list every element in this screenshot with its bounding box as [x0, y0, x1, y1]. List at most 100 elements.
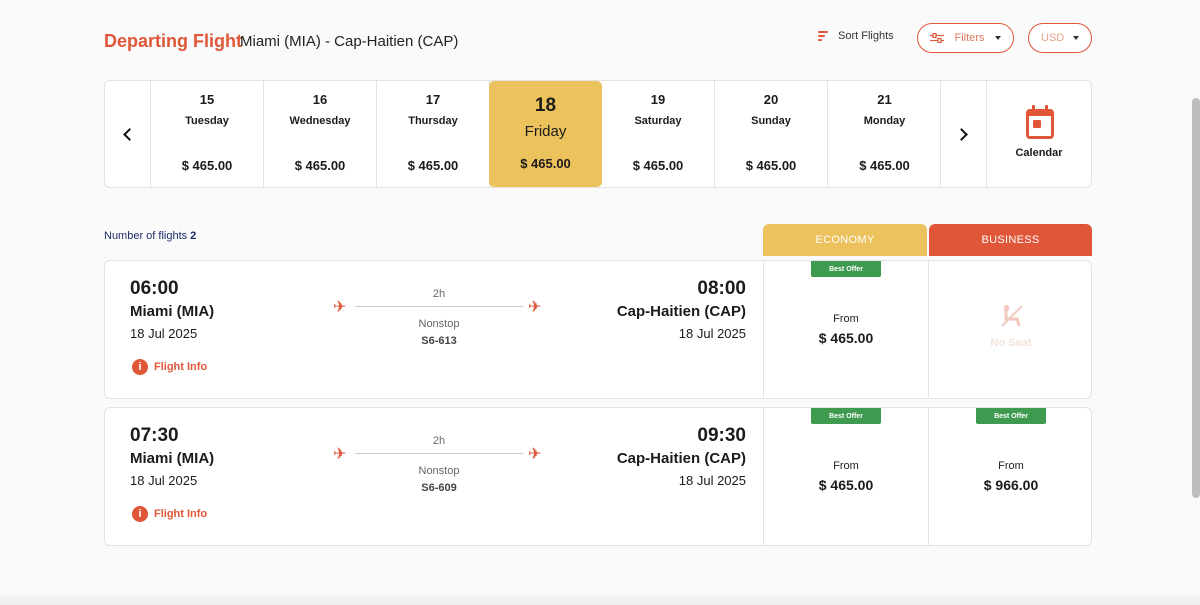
date-day: 21 — [877, 92, 892, 107]
date-price: $ 465.00 — [181, 158, 233, 173]
filters-button[interactable]: Filters — [917, 23, 1014, 53]
bottom-shadow — [0, 591, 1200, 605]
fare-from-label: From — [833, 313, 859, 325]
date-price: $ 465.00 — [859, 158, 910, 173]
prev-dates-button[interactable] — [105, 81, 151, 187]
fare-price: $ 465.00 — [818, 330, 874, 346]
best-offer-badge: Best Offer — [811, 261, 881, 277]
date-weekday: Monday — [863, 115, 906, 127]
economy-fare[interactable]: Best Offer From $ 465.00 — [763, 261, 928, 398]
date-weekday: Saturday — [634, 115, 682, 127]
departure-date: 18 Jul 2025 — [130, 473, 198, 488]
arrival-city: Cap-Haitien (CAP) — [616, 303, 746, 320]
date-day: 15 — [199, 92, 215, 107]
date-weekday: Tuesday — [185, 115, 229, 127]
arrival-time: 09:30 — [697, 425, 746, 446]
business-fare: No Seat — [928, 261, 1093, 398]
flight-info-link[interactable]: i Flight Info — [132, 506, 207, 522]
date-price: $ 465.00 — [520, 156, 571, 171]
departure-city: Miami (MIA) — [130, 303, 215, 320]
departure-city: Miami (MIA) — [130, 450, 215, 467]
sliders-icon — [930, 33, 944, 43]
route-line — [355, 306, 523, 307]
date-price: $ 465.00 — [632, 158, 684, 173]
route-line — [355, 453, 523, 454]
info-icon: i — [132, 506, 148, 522]
arrival-city: Cap-Haitien (CAP) — [616, 450, 746, 467]
date-weekday: Sunday — [751, 115, 791, 127]
chevron-left-icon — [123, 127, 136, 141]
departure-time: 07:30 — [130, 425, 179, 446]
fare-price: $ 465.00 — [818, 477, 874, 493]
flight-card: 06:00 Miami (MIA) 18 Jul 2025 i Flight I… — [104, 260, 1092, 399]
calendar-label: Calendar — [1015, 147, 1063, 159]
sort-flights-button[interactable]: Sort Flights — [818, 30, 894, 42]
date-item[interactable]: 17 Thursday $ 465.00 — [377, 81, 490, 187]
calendar-button[interactable]: Calendar — [986, 81, 1091, 187]
next-dates-button[interactable] — [940, 81, 986, 187]
date-item[interactable]: 21 Monday $ 465.00 — [828, 81, 941, 187]
date-item[interactable]: 16 Wednesday $ 465.00 — [264, 81, 377, 187]
tab-economy[interactable]: ECONOMY — [763, 224, 927, 256]
flight-card: 07:30 Miami (MIA) 18 Jul 2025 i Flight I… — [104, 407, 1092, 546]
flight-info-label: Flight Info — [154, 361, 208, 373]
chevron-right-icon — [955, 127, 968, 141]
no-seat-icon — [1001, 305, 1023, 327]
flight-count: Number of flights 2 — [104, 230, 196, 242]
date-day: 17 — [425, 92, 441, 107]
date-item[interactable]: 15 Tuesday $ 465.00 — [151, 81, 264, 187]
date-price: $ 465.00 — [407, 158, 459, 173]
sort-label: Sort Flights — [838, 30, 894, 42]
no-seat-label: No Seat — [990, 337, 1032, 349]
flight-count-label: Number of flights — [104, 230, 188, 242]
currency-select[interactable]: USD — [1028, 23, 1092, 53]
fare-from-label: From — [833, 460, 859, 472]
best-offer-badge: Best Offer — [811, 408, 881, 424]
filters-label: Filters — [954, 32, 985, 44]
arrival-date: 18 Jul 2025 — [678, 473, 746, 488]
currency-label: USD — [1041, 32, 1065, 44]
route-label: Miami (MIA) - Cap-Haitien (CAP) — [240, 33, 459, 50]
date-weekday: Wednesday — [289, 115, 351, 127]
departure-date: 18 Jul 2025 — [130, 326, 198, 341]
date-item-selected[interactable]: 18 Friday $ 465.00 — [489, 81, 602, 187]
date-item[interactable]: 19 Saturday $ 465.00 — [602, 81, 715, 187]
fare-from-label: From — [998, 460, 1024, 472]
flight-count-value: 2 — [190, 230, 197, 242]
flight-duration: 2h — [432, 435, 446, 447]
sort-icon — [818, 30, 828, 42]
business-fare[interactable]: Best Offer From $ 966.00 — [928, 408, 1093, 545]
chevron-down-icon — [994, 36, 1001, 40]
plane-icon: ✈ — [333, 299, 347, 316]
date-day: 19 — [650, 92, 666, 107]
date-weekday: Friday — [524, 123, 567, 140]
calendar-icon — [1026, 105, 1054, 139]
date-item[interactable]: 20 Sunday $ 465.00 — [715, 81, 828, 187]
date-strip: 15 Tuesday $ 465.00 16 Wednesday $ 465.0… — [104, 80, 1092, 188]
best-offer-badge: Best Offer — [976, 408, 1046, 424]
date-day: 20 — [763, 92, 779, 107]
economy-fare[interactable]: Best Offer From $ 465.00 — [763, 408, 928, 545]
date-price: $ 465.00 — [294, 158, 346, 173]
date-day: 18 — [534, 95, 557, 116]
arrival-date: 18 Jul 2025 — [678, 326, 746, 341]
fare-price: $ 966.00 — [983, 477, 1039, 493]
header: Departing Flight Miami (MIA) - Cap-Haiti… — [104, 22, 1092, 56]
plane-icon: ✈ — [333, 446, 347, 463]
date-price: $ 465.00 — [745, 158, 797, 173]
flight-info-link[interactable]: i Flight Info — [132, 359, 207, 375]
flight-info-label: Flight Info — [154, 508, 208, 520]
date-weekday: Thursday — [408, 115, 458, 127]
flight-number: S6-609 — [421, 482, 457, 494]
flight-duration: 2h — [432, 288, 446, 300]
arrival-time: 08:00 — [697, 278, 746, 299]
plane-icon: ✈ — [528, 299, 542, 316]
departure-time: 06:00 — [130, 278, 179, 299]
date-day: 16 — [312, 92, 328, 107]
flight-stops: Nonstop — [418, 465, 460, 477]
scrollbar[interactable] — [1192, 98, 1200, 498]
page-title: Departing Flight — [104, 31, 242, 51]
flight-number: S6-613 — [421, 335, 457, 347]
plane-icon: ✈ — [528, 446, 542, 463]
tab-business[interactable]: BUSINESS — [929, 224, 1092, 256]
